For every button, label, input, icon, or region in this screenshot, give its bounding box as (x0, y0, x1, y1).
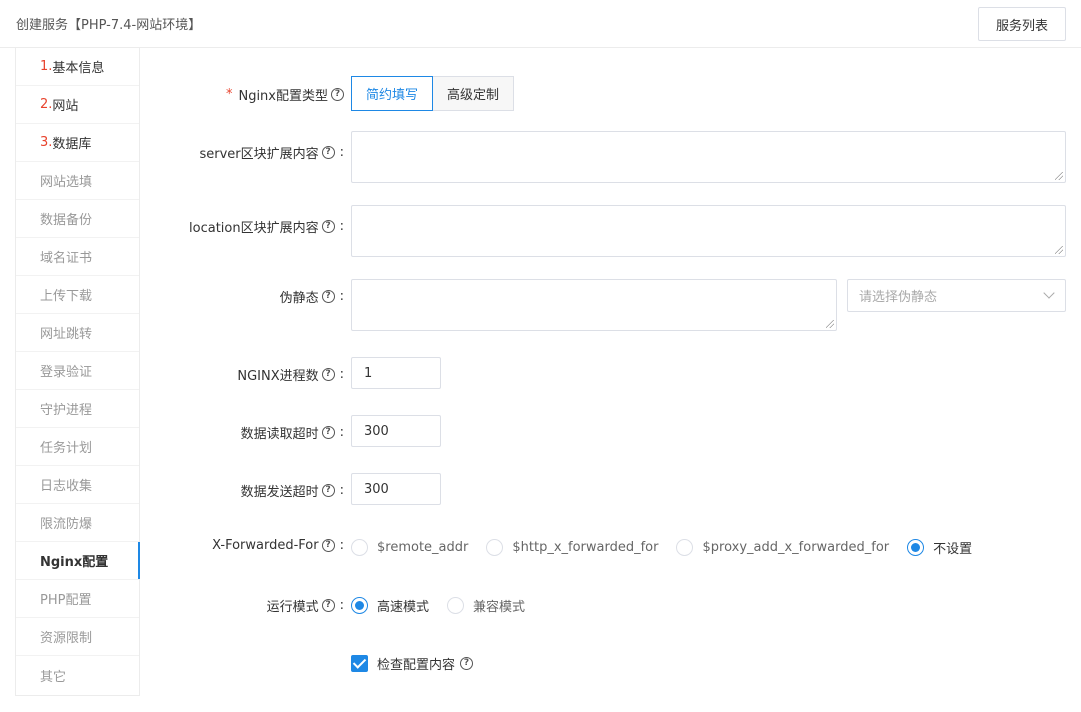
radio-icon (447, 597, 465, 614)
rewrite-label: 伪静态 ? : (279, 289, 344, 306)
sidebar-item-other[interactable]: 其它 (16, 656, 139, 694)
run-mode-compatible[interactable]: 兼容模式 (447, 596, 525, 615)
sidebar-nav: 1. 基本信息 2. 网站 3. 数据库 网站选填 数据备份 域名证书 上传下载 网址… (15, 48, 140, 696)
sidebar-item-rate-limit[interactable]: 限流防爆 (16, 504, 139, 542)
sidebar-item-label: 网址跳转 (40, 327, 93, 342)
help-icon[interactable]: ? (321, 599, 335, 612)
sidebar-item-label: 任务计划 (40, 441, 93, 456)
sidebar-item-website[interactable]: 2. 网站 (16, 86, 139, 124)
xff-option-none[interactable]: 不设置 (907, 538, 972, 557)
sidebar-item-database[interactable]: 3. 数据库 (16, 124, 139, 162)
server-ext-textarea[interactable] (351, 131, 1066, 183)
help-icon[interactable]: ? (331, 88, 344, 101)
sidebar-item-cron[interactable]: 任务计划 (16, 428, 139, 466)
worker-processes-row: NGINX进程数 ? : 1 (140, 357, 1081, 389)
sidebar-item-label: PHP配置 (40, 593, 92, 608)
sidebar-item-data-backup[interactable]: 数据备份 (16, 200, 139, 238)
nginx-type-row: * Nginx配置类型 ? 简约填写 高级定制 (140, 76, 1081, 111)
help-icon[interactable]: ? (321, 484, 335, 497)
sidebar-item-label: 限流防爆 (40, 517, 93, 532)
location-ext-label: location区块扩展内容 ? : (189, 219, 344, 236)
sidebar-item-label: 基本信息 (52, 61, 105, 76)
run-mode-fast[interactable]: 高速模式 (351, 596, 429, 615)
checkbox-checked-icon[interactable] (351, 654, 368, 672)
x-forwarded-for-label: X-Forwarded-For ? : (212, 538, 344, 553)
location-ext-textarea[interactable] (351, 205, 1066, 257)
sidebar-item-upload-download[interactable]: 上传下载 (16, 276, 139, 314)
x-forwarded-for-radios: $remote_addr $http_x_forwarded_for $prox… (351, 538, 990, 557)
advanced-mode-button[interactable]: 高级定制 (433, 76, 515, 111)
x-forwarded-for-row: X-Forwarded-For ? : $remote_addr $http_x… (140, 538, 1081, 557)
help-icon[interactable]: ? (321, 426, 335, 439)
simple-mode-button[interactable]: 简约填写 (351, 76, 434, 111)
send-timeout-label: 数据发送超时 ? : (240, 483, 344, 500)
sidebar-item-label: 资源限制 (40, 631, 93, 646)
server-ext-label: server区块扩展内容 ? : (199, 145, 344, 162)
radio-checked-icon (907, 539, 925, 556)
sidebar-item-label: 登录验证 (40, 365, 93, 380)
sidebar-item-label: 其它 (40, 669, 67, 685)
radio-checked-icon (351, 597, 368, 614)
check-config-row[interactable]: 检查配置内容 ? (351, 654, 474, 673)
nginx-type-label: * Nginx配置类型 ? (144, 85, 344, 104)
nginx-type-segment: 简约填写 高级定制 (351, 76, 515, 111)
sidebar-item-label: 数据库 (52, 137, 92, 152)
read-timeout-label: 数据读取超时 ? : (240, 425, 344, 442)
read-timeout-row: 数据读取超时 ? : 300 (140, 415, 1081, 447)
sidebar-item-label: Nginx配置 (40, 555, 109, 570)
rewrite-textarea[interactable] (351, 279, 837, 331)
radio-icon (351, 539, 368, 556)
service-list-button[interactable]: 服务列表 (978, 7, 1066, 41)
sidebar-item-label: 域名证书 (40, 251, 93, 266)
sidebar-item-label: 网站 (52, 99, 79, 114)
sidebar-item-daemon[interactable]: 守护进程 (16, 390, 139, 428)
sidebar-item-label: 网站选填 (40, 175, 93, 190)
send-timeout-row: 数据发送超时 ? : 300 (140, 473, 1081, 505)
read-timeout-input[interactable]: 300 (351, 415, 441, 447)
help-icon[interactable]: ? (321, 290, 335, 303)
send-timeout-input[interactable]: 300 (351, 473, 441, 505)
radio-icon (676, 539, 694, 556)
sidebar-item-resource-limit[interactable]: 资源限制 (16, 618, 139, 656)
sidebar-item-log-collect[interactable]: 日志收集 (16, 466, 139, 504)
radio-icon (486, 539, 504, 556)
sidebar-item-website-optional[interactable]: 网站选填 (16, 162, 139, 200)
run-mode-radios: 高速模式 兼容模式 (351, 596, 543, 615)
sidebar-item-label: 上传下载 (40, 289, 93, 304)
location-ext-row: location区块扩展内容 ? : (140, 205, 1081, 257)
rewrite-select[interactable]: 请选择伪静态 (847, 279, 1066, 312)
chevron-down-icon (1043, 287, 1055, 299)
worker-processes-input[interactable]: 1 (351, 357, 441, 389)
required-mark: * (225, 87, 233, 102)
xff-option-proxy-add-x-forwarded-for[interactable]: $proxy_add_x_forwarded_for (676, 539, 889, 556)
sidebar-item-php-config[interactable]: PHP配置 (16, 580, 139, 618)
sidebar-item-basic-info[interactable]: 1. 基本信息 (16, 48, 139, 86)
rewrite-row: 伪静态 ? : 请选择伪静态 (140, 279, 1081, 331)
help-icon[interactable]: ? (321, 146, 335, 159)
sidebar-item-label: 数据备份 (40, 213, 93, 228)
help-icon[interactable]: ? (321, 220, 335, 233)
run-mode-label: 运行模式 ? : (266, 598, 344, 615)
server-ext-row: server区块扩展内容 ? : (140, 131, 1081, 183)
help-icon[interactable]: ? (321, 539, 335, 552)
sidebar-item-login-auth[interactable]: 登录验证 (16, 352, 139, 390)
page-title: 创建服务【PHP-7.4-网站环境】 (16, 18, 202, 33)
sidebar-item-nginx-config[interactable]: Nginx配置 (16, 542, 140, 580)
xff-option-http-x-forwarded-for[interactable]: $http_x_forwarded_for (486, 539, 658, 556)
sidebar-item-domain-cert[interactable]: 域名证书 (16, 238, 139, 276)
worker-processes-label: NGINX进程数 ? : (237, 367, 344, 384)
help-icon[interactable]: ? (321, 368, 335, 381)
sidebar-item-label: 守护进程 (40, 403, 93, 418)
sidebar-item-url-redirect[interactable]: 网址跳转 (16, 314, 139, 352)
sidebar-item-label: 日志收集 (40, 479, 93, 494)
xff-option-remote-addr[interactable]: $remote_addr (351, 539, 468, 556)
page-header: 创建服务【PHP-7.4-网站环境】 服务列表 (0, 0, 1081, 48)
help-icon[interactable]: ? (460, 656, 474, 670)
run-mode-row: 运行模式 ? : 高速模式 兼容模式 (140, 596, 1081, 615)
